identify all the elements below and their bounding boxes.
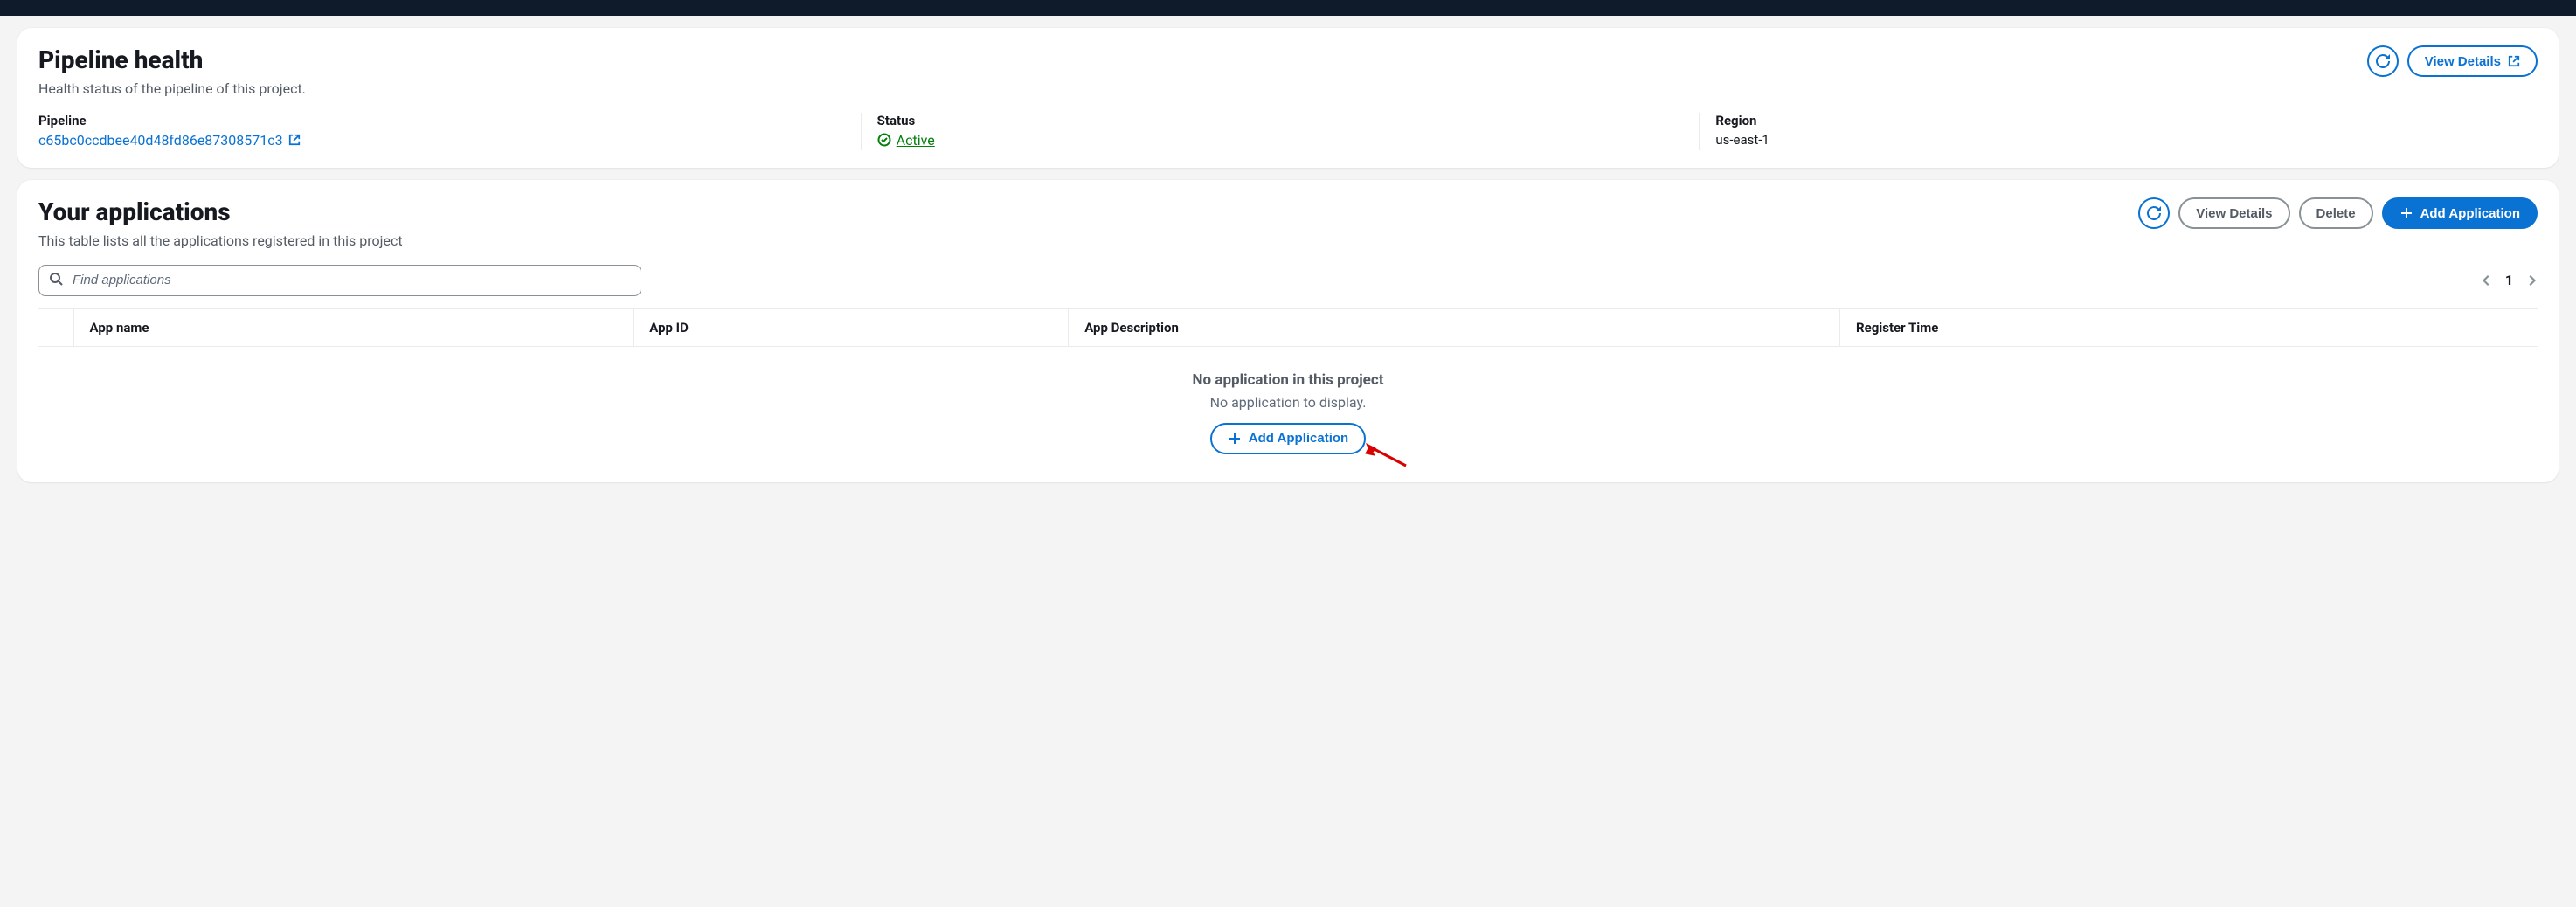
- add-application-label: Add Application: [1249, 431, 1348, 446]
- prev-page-button[interactable]: [2481, 274, 2493, 287]
- table-header-desc[interactable]: App Description: [1069, 308, 1840, 346]
- chevron-left-icon: [2481, 274, 2493, 287]
- external-link-icon: [2508, 55, 2520, 67]
- empty-state: No application in this project No applic…: [38, 347, 2538, 465]
- chevron-right-icon: [2525, 274, 2538, 287]
- refresh-button[interactable]: [2367, 45, 2399, 77]
- pipeline-id-value: c65bc0ccdbee40d48fd86e87308571c3: [38, 132, 283, 149]
- delete-button[interactable]: Delete: [2299, 197, 2373, 229]
- region-label: Region: [1715, 113, 2517, 128]
- table-header-name[interactable]: App name: [73, 308, 634, 346]
- applications-subtitle: This table lists all the applications re…: [38, 232, 403, 249]
- pipeline-health-subtitle: Health status of the pipeline of this pr…: [38, 80, 306, 97]
- external-link-icon: [288, 134, 301, 146]
- applications-card: Your applications This table lists all t…: [17, 180, 2559, 482]
- status-value-link[interactable]: Active: [877, 132, 935, 149]
- search-input[interactable]: [38, 265, 641, 296]
- pipeline-health-title: Pipeline health: [38, 45, 306, 75]
- refresh-icon: [2376, 54, 2390, 68]
- delete-label: Delete: [2316, 206, 2356, 221]
- refresh-button[interactable]: [2138, 197, 2170, 229]
- pagination: 1: [2481, 272, 2538, 288]
- add-application-label: Add Application: [2420, 206, 2520, 221]
- view-details-button[interactable]: View Details: [2407, 45, 2538, 77]
- table-header-select: [38, 308, 73, 346]
- pipeline-health-card: Pipeline health Health status of the pip…: [17, 28, 2559, 168]
- empty-subtitle: No application to display.: [38, 394, 2538, 411]
- plus-icon: [2399, 206, 2413, 220]
- pipeline-id-link[interactable]: c65bc0ccdbee40d48fd86e87308571c3: [38, 132, 301, 149]
- plus-icon: [1228, 432, 1242, 446]
- empty-title: No application in this project: [38, 371, 2538, 389]
- add-application-button-empty[interactable]: Add Application: [1210, 423, 1366, 454]
- table-header-id[interactable]: App ID: [634, 308, 1069, 346]
- top-nav-bar: [0, 0, 2576, 16]
- applications-title: Your applications: [38, 197, 403, 227]
- next-page-button[interactable]: [2525, 274, 2538, 287]
- refresh-icon: [2147, 206, 2161, 220]
- view-details-button[interactable]: View Details: [2178, 197, 2289, 229]
- table-header-time[interactable]: Register Time: [1840, 308, 2538, 346]
- search-icon: [49, 272, 63, 289]
- view-details-label: View Details: [2196, 206, 2272, 221]
- view-details-label: View Details: [2425, 54, 2501, 69]
- check-circle-icon: [877, 133, 891, 147]
- region-value: us-east-1: [1715, 132, 2517, 148]
- pointer-arrow-annotation: [1364, 441, 1408, 467]
- pipeline-label: Pipeline: [38, 113, 840, 128]
- add-application-button[interactable]: Add Application: [2382, 197, 2538, 229]
- applications-table: App name App ID App Description Register…: [38, 308, 2538, 465]
- status-label: Status: [877, 113, 1679, 128]
- status-value: Active: [897, 132, 935, 149]
- page-number: 1: [2505, 272, 2513, 288]
